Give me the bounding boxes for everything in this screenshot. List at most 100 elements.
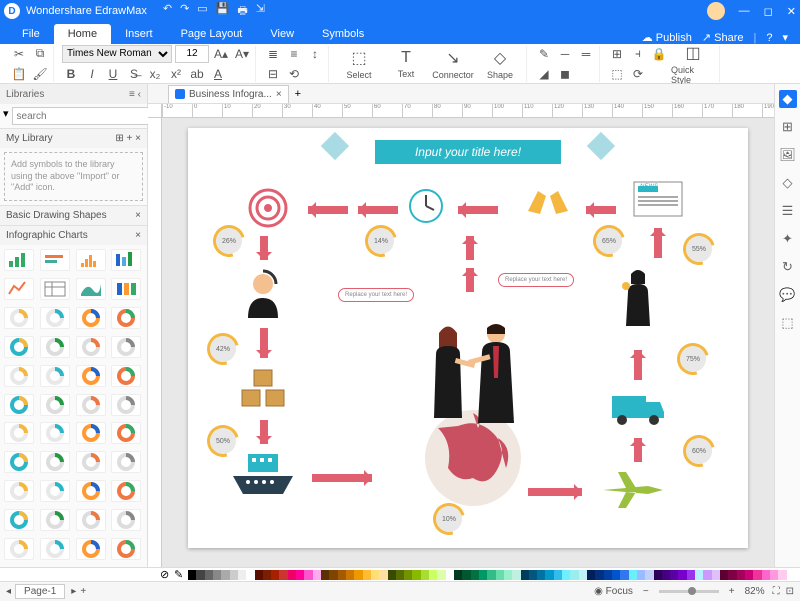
airplane-icon[interactable] (598, 468, 668, 512)
arrow[interactable] (308, 206, 348, 214)
color-swatch[interactable] (354, 570, 362, 580)
color-swatch[interactable] (487, 570, 495, 580)
shape-thumbnail[interactable] (111, 394, 141, 416)
color-swatch[interactable] (421, 570, 429, 580)
color-swatch[interactable] (296, 570, 304, 580)
color-swatch[interactable] (770, 570, 778, 580)
text-tool[interactable]: TText (384, 46, 428, 82)
color-swatch[interactable] (188, 570, 196, 580)
shape-thumbnail[interactable] (40, 394, 70, 416)
color-swatch[interactable] (687, 570, 695, 580)
color-swatch[interactable] (471, 570, 479, 580)
color-swatch[interactable] (662, 570, 670, 580)
lock-icon[interactable]: 🔒 (650, 45, 668, 63)
color-swatch[interactable] (404, 570, 412, 580)
boxes-icon[interactable] (238, 368, 288, 412)
color-swatch[interactable] (454, 570, 462, 580)
cheers-icon[interactable] (518, 186, 578, 216)
arrange-icon[interactable]: ⬚ (608, 65, 626, 83)
close-icon[interactable]: ✕ (787, 5, 796, 18)
color-swatch[interactable] (529, 570, 537, 580)
color-swatch[interactable] (604, 570, 612, 580)
shape-thumbnail[interactable] (40, 538, 70, 560)
business-people-globe[interactable] (398, 308, 548, 508)
line-weight-icon[interactable]: ═ (577, 45, 595, 63)
headset-person-icon[interactable] (238, 268, 288, 318)
shape-thumbnail[interactable] (76, 278, 106, 300)
tab-page-layout[interactable]: Page Layout (167, 24, 257, 44)
select-tool[interactable]: ⬚Select (337, 46, 381, 82)
shape-thumbnail[interactable] (111, 480, 141, 502)
layout-panel-icon[interactable]: ⊞ (779, 118, 797, 136)
color-swatch[interactable] (612, 570, 620, 580)
my-library-header[interactable]: My Library (6, 133, 53, 144)
arrow[interactable] (586, 206, 616, 214)
speech-bubble[interactable]: Replace your text here! (498, 273, 574, 287)
save-icon[interactable]: 💾 (216, 2, 230, 21)
percent-badge[interactable]: 10% (436, 506, 462, 532)
ai-panel-icon[interactable]: ✦ (779, 230, 797, 248)
shape-thumbnail[interactable] (40, 509, 70, 531)
color-swatch[interactable] (645, 570, 653, 580)
line-style-icon[interactable]: ─ (556, 45, 574, 63)
target-icon[interactable] (248, 188, 288, 228)
arrow[interactable] (634, 438, 642, 462)
shape-thumbnail[interactable] (76, 336, 106, 358)
quick-style-tool[interactable]: ◫Quick Style (671, 46, 715, 82)
add-page-button[interactable]: + (80, 586, 86, 597)
color-swatch[interactable] (246, 570, 254, 580)
shape-thumbnail[interactable] (4, 394, 34, 416)
shape-thumbnail[interactable] (76, 307, 106, 329)
bullets-icon[interactable]: ≣ (264, 45, 282, 63)
color-swatch[interactable] (496, 570, 504, 580)
shape-thumbnail[interactable] (76, 538, 106, 560)
align-objects-icon[interactable]: ⫞ (629, 45, 647, 63)
shape-thumbnail[interactable] (4, 365, 34, 387)
zoom-in-button[interactable]: + (729, 586, 735, 597)
color-swatch[interactable] (720, 570, 728, 580)
document-tab[interactable]: Business Infogra... × (168, 85, 289, 103)
shape-thumbnail[interactable] (76, 249, 106, 271)
color-swatch[interactable] (230, 570, 238, 580)
sidebar-expand-icon[interactable]: ≡ (129, 89, 135, 100)
shape-thumbnail[interactable] (111, 538, 141, 560)
arrow[interactable] (260, 236, 268, 260)
percent-badge[interactable]: 60% (686, 438, 712, 464)
percent-badge[interactable]: 42% (210, 336, 236, 362)
shape-thumbnail[interactable] (76, 451, 106, 473)
sidebar-close-icon[interactable]: ‹ (138, 89, 141, 100)
ship-icon[interactable] (228, 448, 298, 498)
infographic-charts-header[interactable]: Infographic Charts (6, 230, 88, 241)
theme-panel-icon[interactable]: ◆ (779, 90, 797, 108)
strike-icon[interactable]: S̶ (125, 65, 143, 83)
color-swatch[interactable] (521, 570, 529, 580)
shape-thumbnail[interactable] (4, 278, 34, 300)
shape-thumbnail[interactable] (76, 394, 106, 416)
user-avatar[interactable] (707, 2, 725, 20)
arrow[interactable] (458, 206, 498, 214)
connector-tool[interactable]: ↘Connector (431, 46, 475, 82)
color-swatch[interactable] (512, 570, 520, 580)
color-swatch[interactable] (703, 570, 711, 580)
arrow[interactable] (654, 228, 662, 258)
print-icon[interactable]: 🖶 (237, 2, 247, 21)
color-swatch[interactable] (371, 570, 379, 580)
library-search-input[interactable] (12, 107, 154, 125)
businesswoman-icon[interactable] (618, 268, 658, 338)
eyedropper-icon[interactable]: ✎ (174, 568, 188, 581)
shape-thumbnail[interactable] (4, 451, 34, 473)
percent-badge[interactable]: 14% (368, 228, 394, 254)
tab-view[interactable]: View (256, 24, 308, 44)
shape-thumbnail[interactable] (111, 278, 141, 300)
font-color-icon[interactable]: A (209, 65, 227, 83)
arrow[interactable] (466, 236, 474, 260)
font-family-select[interactable]: Times New Roman (62, 45, 172, 63)
color-swatch[interactable] (379, 570, 387, 580)
help-icon[interactable]: ? (766, 32, 772, 44)
zoom-out-button[interactable]: − (643, 586, 649, 597)
undo-icon[interactable]: ↶ (163, 2, 172, 21)
color-swatch[interactable] (562, 570, 570, 580)
percent-badge[interactable]: 50% (210, 428, 236, 454)
color-swatch[interactable] (695, 570, 703, 580)
fit-page-icon[interactable]: ⛶ (773, 586, 780, 597)
